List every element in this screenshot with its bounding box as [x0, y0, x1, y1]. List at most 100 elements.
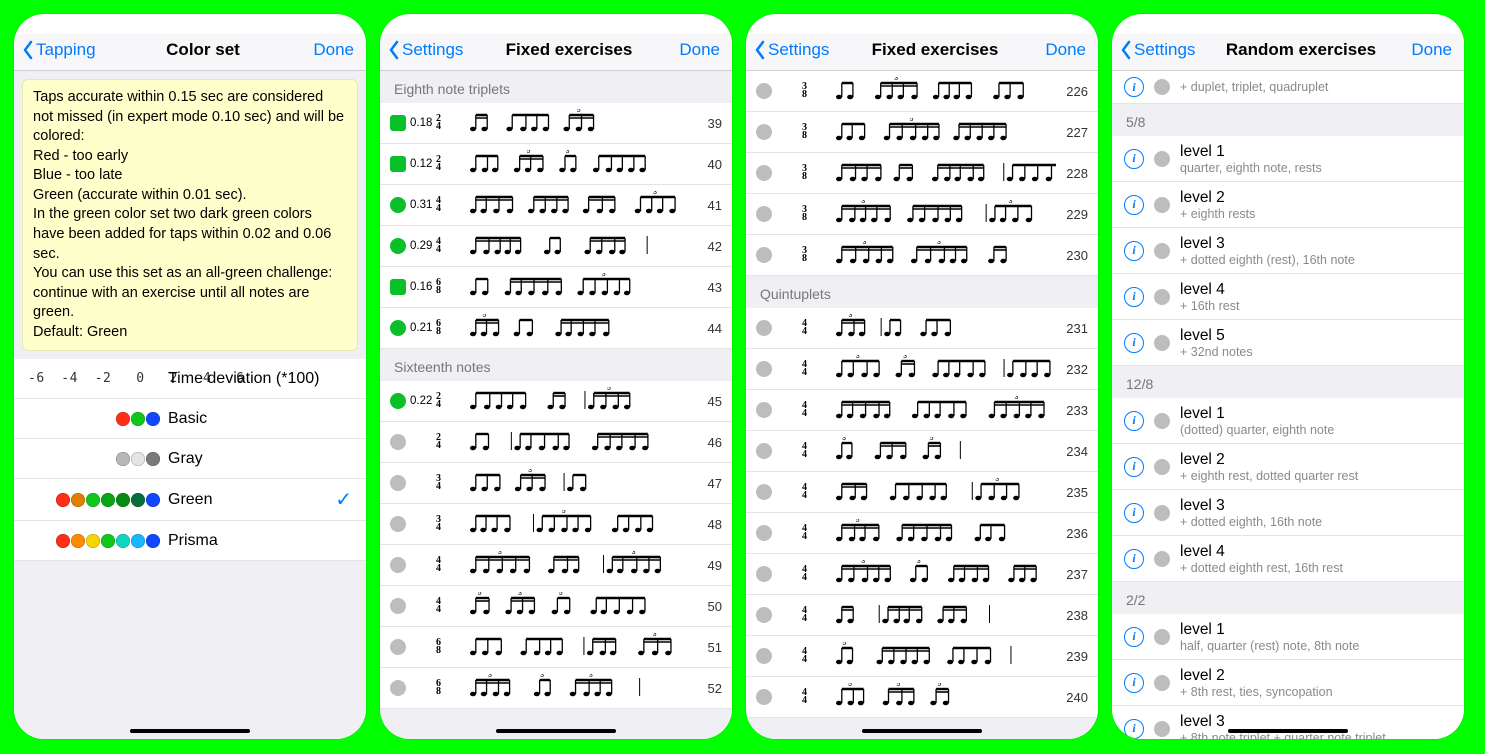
- color-set-row-basic[interactable]: Basic: [14, 399, 366, 439]
- music-notation-icon: 5: [814, 642, 1056, 670]
- status-incomplete-icon: [1154, 551, 1170, 567]
- info-icon[interactable]: i: [1124, 149, 1144, 169]
- level-list: ilevel 1half, quarter (rest) note, 8th n…: [1112, 614, 1464, 739]
- info-icon[interactable]: i: [1124, 77, 1144, 97]
- svg-text:3: 3: [848, 314, 852, 319]
- level-row[interactable]: ilevel 2+ eighth rests: [1112, 182, 1464, 228]
- exercise-number: 232: [1060, 362, 1088, 377]
- level-row[interactable]: ilevel 3+ dotted eighth (rest), 16th not…: [1112, 228, 1464, 274]
- exercise-row[interactable]: 0.12245340: [380, 144, 732, 185]
- exercise-row[interactable]: 34347: [380, 463, 732, 504]
- level-row[interactable]: ilevel 4+ 16th rest: [1112, 274, 1464, 320]
- exercise-row[interactable]: 34548: [380, 504, 732, 545]
- level-title: level 3: [1180, 235, 1452, 253]
- content-scroll[interactable]: Taps accurate within 0.15 sec are consid…: [14, 71, 366, 739]
- music-notation-icon: 53: [448, 150, 690, 178]
- exercise-row[interactable]: 2446: [380, 422, 732, 463]
- back-label: Settings: [768, 40, 829, 60]
- exercise-row[interactable]: 4433237: [746, 554, 1098, 595]
- music-notation-icon: 3: [814, 77, 1056, 105]
- svg-text:3: 3: [653, 633, 657, 638]
- music-notation-icon: [448, 428, 690, 456]
- done-button[interactable]: Done: [665, 40, 720, 60]
- status-incomplete-icon: [756, 648, 772, 664]
- exercise-row[interactable]: 44555240: [746, 677, 1098, 718]
- level-text: level 2+ eighth rest, dotted quarter res…: [1180, 451, 1452, 483]
- content-scroll[interactable]: 3832263852273822838332293833230Quintuple…: [746, 71, 1098, 739]
- time-signature: 44: [802, 566, 807, 582]
- color-set-row-prisma[interactable]: Prisma: [14, 521, 366, 561]
- exercise-row[interactable]: 4433232: [746, 349, 1098, 390]
- exercise-row[interactable]: 0.1824539: [380, 103, 732, 144]
- level-row[interactable]: ilevel 2+ 8th rest, ties, syncopation: [1112, 660, 1464, 706]
- color-set-row-green[interactable]: Green✓: [14, 479, 366, 521]
- exercise-row[interactable]: 445239: [746, 636, 1098, 677]
- level-row[interactable]: ilevel 3+ 8th note triplet + quarter not…: [1112, 706, 1464, 739]
- status-incomplete-icon: [1154, 629, 1170, 645]
- level-row[interactable]: ilevel 5+ 32nd notes: [1112, 320, 1464, 366]
- exercise-row[interactable]: 385227: [746, 112, 1098, 153]
- done-button[interactable]: Done: [1031, 40, 1086, 60]
- music-notation-icon: 5: [814, 118, 1056, 146]
- info-icon[interactable]: i: [1124, 503, 1144, 523]
- music-notation-icon: 33: [814, 560, 1056, 588]
- exercise-row[interactable]: 0.2168544: [380, 308, 732, 349]
- exercise-row[interactable]: 3833230: [746, 235, 1098, 276]
- exercise-row[interactable]: 445236: [746, 513, 1098, 554]
- exercise-row[interactable]: 0.1668343: [380, 267, 732, 308]
- content-scroll[interactable]: i+ duplet, triplet, quadruplet5/8ilevel …: [1112, 71, 1464, 739]
- done-button[interactable]: Done: [1397, 40, 1452, 60]
- time-signature: 68: [436, 639, 441, 655]
- exercise-row[interactable]: 0.3144341: [380, 185, 732, 226]
- content-scroll[interactable]: Eighth note triplets0.18245390.122453400…: [380, 71, 732, 739]
- info-icon[interactable]: i: [1124, 411, 1144, 431]
- info-icon[interactable]: i: [1124, 241, 1144, 261]
- exercise-row[interactable]: 3833229: [746, 194, 1098, 235]
- exercise-number: 43: [694, 280, 722, 295]
- info-icon[interactable]: i: [1124, 457, 1144, 477]
- status-incomplete-icon: [390, 639, 406, 655]
- exercise-row[interactable]: 4435234: [746, 431, 1098, 472]
- info-icon[interactable]: i: [1124, 719, 1144, 739]
- exercise-row[interactable]: 443231: [746, 308, 1098, 349]
- status-incomplete-icon: [756, 525, 772, 541]
- time-signature: 68: [436, 680, 441, 696]
- time-signature: 38: [802, 247, 807, 263]
- music-notation-icon: 5: [448, 314, 690, 342]
- exercise-row[interactable]: 68351: [380, 627, 732, 668]
- back-button[interactable]: Tapping: [22, 40, 107, 60]
- exercise-row[interactable]: 383226: [746, 71, 1098, 112]
- exercise-row[interactable]: 0.2224545: [380, 381, 732, 422]
- level-row[interactable]: i level 2+ eighth rest, dotted quarter re…: [1112, 444, 1464, 490]
- music-notation-icon: 35: [814, 437, 1056, 465]
- info-icon[interactable]: i: [1124, 549, 1144, 569]
- info-icon[interactable]: i: [1124, 673, 1144, 693]
- exercise-row[interactable]: 6833352: [380, 668, 732, 709]
- done-button[interactable]: Done: [299, 40, 354, 60]
- level-row[interactable]: i+ duplet, triplet, quadruplet: [1112, 71, 1464, 104]
- info-icon[interactable]: i: [1124, 627, 1144, 647]
- color-set-row-gray[interactable]: Gray: [14, 439, 366, 479]
- level-row[interactable]: ilevel 1(dotted) quarter, eighth note: [1112, 398, 1464, 444]
- level-row[interactable]: ilevel 3+ dotted eighth, 16th note: [1112, 490, 1464, 536]
- exercise-row[interactable]: 0.294442: [380, 226, 732, 267]
- exercise-row[interactable]: 4453550: [380, 586, 732, 627]
- exercise-row[interactable]: 38228: [746, 153, 1098, 194]
- info-icon[interactable]: i: [1124, 287, 1144, 307]
- music-notation-icon: 3: [448, 191, 690, 219]
- exercise-row[interactable]: 443235: [746, 472, 1098, 513]
- back-button[interactable]: Settings: [1120, 40, 1205, 60]
- exercise-row[interactable]: 44238: [746, 595, 1098, 636]
- section-header: 12/8: [1112, 366, 1464, 398]
- level-row[interactable]: ilevel 1half, quarter (rest) note, 8th n…: [1112, 614, 1464, 660]
- color-dots: [28, 412, 168, 426]
- level-row[interactable]: ilevel 1quarter, eighth note, rests: [1112, 136, 1464, 182]
- back-button[interactable]: Settings: [388, 40, 473, 60]
- exercise-row[interactable]: 443349: [380, 545, 732, 586]
- info-icon[interactable]: i: [1124, 333, 1144, 353]
- info-icon[interactable]: i: [1124, 195, 1144, 215]
- level-row[interactable]: ilevel 4+ dotted eighth rest, 16th rest: [1112, 536, 1464, 582]
- svg-text:3: 3: [861, 560, 865, 565]
- back-button[interactable]: Settings: [754, 40, 839, 60]
- exercise-row[interactable]: 443233: [746, 390, 1098, 431]
